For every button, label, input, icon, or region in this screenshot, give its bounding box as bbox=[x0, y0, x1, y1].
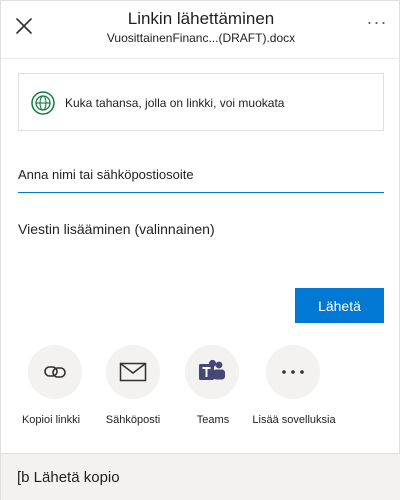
message-input[interactable] bbox=[18, 219, 384, 279]
email-circle bbox=[106, 345, 160, 399]
file-name: VuosittainenFinanc...(DRAFT).docx bbox=[106, 31, 296, 45]
copy-link-label: Kopioi linkki bbox=[21, 414, 81, 426]
more-apps-option[interactable]: Lisää sovelluksia bbox=[249, 345, 339, 435]
more-apps-circle bbox=[266, 345, 320, 399]
recipient-input[interactable] bbox=[18, 161, 384, 193]
copy-link-circle bbox=[28, 345, 82, 399]
teams-circle bbox=[185, 345, 239, 399]
teams-icon bbox=[199, 359, 225, 380]
close-button[interactable] bbox=[11, 13, 37, 39]
permission-text: Kuka tahansa, jolla on linkki, voi muoka… bbox=[65, 96, 285, 110]
copy-link-option[interactable]: Kopioi linkki bbox=[6, 345, 96, 435]
more-icon bbox=[282, 370, 304, 374]
email-option[interactable]: Sähköposti bbox=[88, 345, 178, 435]
globe-icon bbox=[31, 91, 55, 115]
more-apps-label: Lisää sovelluksia bbox=[252, 414, 336, 426]
teams-label: Teams bbox=[196, 414, 230, 426]
email-label: Sähköposti bbox=[105, 414, 161, 426]
link-icon bbox=[44, 366, 66, 378]
send-copy-label: [b Lähetä kopio bbox=[17, 469, 120, 486]
link-settings-button[interactable]: Kuka tahansa, jolla on linkki, voi muoka… bbox=[18, 73, 384, 131]
close-icon bbox=[16, 18, 32, 34]
teams-option[interactable]: Teams bbox=[168, 345, 258, 435]
dialog-title: Linkin lähettäminen bbox=[127, 9, 275, 28]
send-button[interactable]: Lähetä bbox=[295, 288, 384, 323]
share-link-dialog: Linkin lähettäminen VuosittainenFinanc..… bbox=[0, 0, 400, 500]
send-copy-button[interactable]: [b Lähetä kopio bbox=[1, 453, 400, 500]
dialog-header: Linkin lähettäminen VuosittainenFinanc..… bbox=[1, 1, 400, 59]
mail-icon bbox=[119, 362, 147, 382]
more-options-button[interactable]: ··· bbox=[365, 13, 389, 35]
